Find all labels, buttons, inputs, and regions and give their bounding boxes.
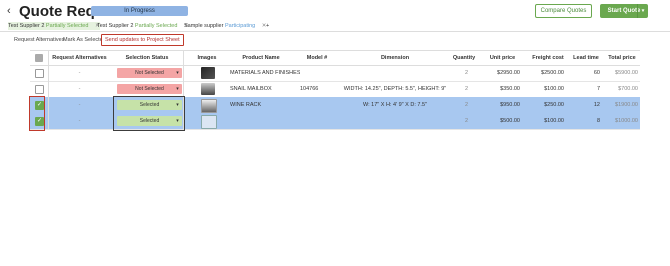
freight-cost[interactable]: $100.00 [528, 81, 564, 97]
supplier-name: Sample supplier [184, 23, 224, 29]
chevron-down-icon: ▾ [176, 86, 179, 92]
quantity: 2 [464, 118, 468, 124]
product-name: SNAIL MAILBOX [230, 86, 272, 92]
dimension: W: 17" X H: 4' 9" X D: 7.5" [363, 102, 427, 108]
quantity: 2 [464, 70, 468, 76]
freight-cost[interactable]: $100.00 [528, 113, 564, 129]
column-header: Lead time [573, 55, 599, 61]
total-price: $1000.00 [615, 118, 638, 124]
model-number [300, 65, 338, 81]
request-alternatives-button[interactable]: Request Alternatives [14, 36, 64, 44]
request-alternatives-cell[interactable]: - [48, 81, 111, 97]
product-image[interactable] [201, 67, 215, 79]
freight-cost[interactable]: $250.00 [528, 97, 564, 113]
total-price: $5900.00 [615, 70, 638, 76]
start-quote-dropdown-icon[interactable]: ▾ [637, 4, 648, 18]
request-alternatives-cell[interactable]: - [48, 97, 111, 113]
start-quote-button[interactable]: Start Quote ▾ [600, 4, 648, 18]
column-header: Dimension [380, 55, 410, 61]
column-header: Total price [608, 55, 636, 61]
add-supplier-button[interactable]: + [266, 22, 269, 30]
mark-as-selected-button[interactable]: Mark As Selected [63, 36, 106, 44]
selection-status-value: Not Selected [135, 70, 164, 76]
product-name [230, 113, 300, 129]
column-header: Selection Status [125, 55, 169, 61]
dimension: WIDTH: 14.25", DEPTH: 5.5", HEIGHT: 9" [343, 86, 447, 92]
column-header: Freight cost [532, 55, 564, 61]
model-number [300, 113, 338, 129]
column-header: Images [197, 55, 217, 61]
unit-price[interactable]: $500.00 [480, 113, 520, 129]
column-header: Request Alternatives [52, 55, 107, 61]
supplier-tab-1[interactable]: Test Supplier 2 Partially Selected ✕ [8, 22, 100, 30]
selection-status-value: Not Selected [135, 86, 164, 92]
quantity: 2 [464, 102, 468, 108]
product-name: WINE RACK [230, 102, 262, 108]
supplier-status: Partially Selected [134, 23, 178, 29]
quantity: 2 [464, 86, 468, 92]
status-badge: In Progress [91, 6, 188, 16]
supplier-status: Participating [224, 23, 256, 29]
row-checkbox[interactable] [35, 69, 44, 78]
model-number [300, 97, 338, 113]
freight-cost[interactable]: $2500.00 [528, 65, 564, 81]
divider [0, 31, 670, 32]
send-updates-button[interactable]: Send updates to Project Sheet [101, 34, 184, 46]
table-row[interactable]: - Not Selected ▾ MATERIALS AND FINISHES … [30, 65, 640, 82]
table-header: Request Alternatives Selection Status Im… [30, 50, 640, 66]
select-all-checkbox[interactable] [35, 54, 43, 62]
chevron-down-icon: ▾ [176, 70, 179, 76]
product-name: MATERIALS AND FINISHES [230, 70, 300, 76]
supplier-status: Partially Selected [45, 23, 89, 29]
lead-time[interactable]: 12 [570, 97, 600, 113]
product-image[interactable] [201, 83, 215, 95]
status-highlight [113, 96, 185, 131]
start-quote-label: Start Quote [607, 8, 641, 14]
unit-price[interactable]: $950.00 [480, 97, 520, 113]
column-header: Product Name [242, 55, 280, 61]
lead-time[interactable]: 60 [570, 65, 600, 81]
supplier-tab-2[interactable]: Test Supplier 2 Partially Selected ✕ [97, 22, 189, 30]
compare-quotes-button[interactable]: Compare Quotes [535, 4, 592, 18]
product-image[interactable] [201, 99, 217, 113]
column-header: Unit price [489, 55, 516, 61]
image-placeholder-icon[interactable] [201, 115, 217, 129]
selection-status-select[interactable]: Not Selected ▾ [117, 68, 182, 78]
model-number: 104766 [300, 86, 319, 92]
unit-price[interactable]: $2950.00 [480, 65, 520, 81]
request-alternatives-cell[interactable]: - [48, 113, 111, 129]
divider [48, 50, 49, 129]
row-checkbox[interactable] [35, 85, 44, 94]
dimension [340, 65, 450, 81]
unit-price[interactable]: $350.00 [480, 81, 520, 97]
dimension [340, 113, 450, 129]
lead-time[interactable]: 8 [570, 113, 600, 129]
back-arrow-icon[interactable]: ‹ [7, 5, 11, 17]
request-alternatives-cell[interactable]: - [48, 65, 111, 81]
column-header: Quantity [452, 55, 476, 61]
checkbox-highlight [29, 96, 45, 131]
supplier-name: Test Supplier 2 [8, 23, 45, 29]
supplier-tab-3[interactable]: Sample supplier Participating ✕ [184, 22, 266, 30]
selection-status-select[interactable]: Not Selected ▾ [117, 84, 182, 94]
total-price: $700.00 [618, 86, 638, 92]
lead-time[interactable]: 7 [570, 81, 600, 97]
supplier-name: Test Supplier 2 [97, 23, 134, 29]
column-header: Model # [306, 55, 328, 61]
total-price: $1900.00 [615, 102, 638, 108]
